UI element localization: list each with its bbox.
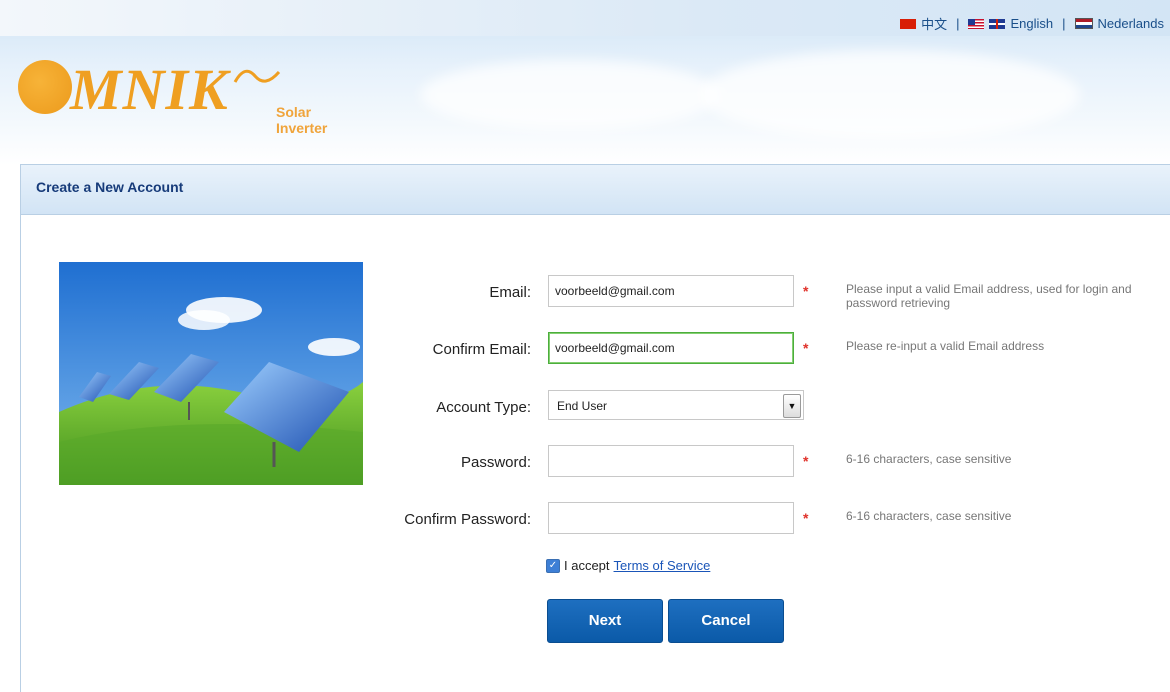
email-row: Email: * Please input a valid Email addr… (21, 275, 1170, 311)
panel-header: Create a New Account (21, 165, 1170, 215)
terms-checkbox[interactable]: ✓ (546, 558, 560, 573)
account-type-label: Account Type: (436, 399, 531, 416)
create-account-panel: Create a New Account Email: voorbeeld@gm… (20, 164, 1170, 692)
terms-of-service-link[interactable]: Terms of Service (614, 558, 711, 573)
password-row: Password: * 6-16 characters, case sensit… (21, 445, 1170, 481)
language-english-link[interactable]: English (1010, 16, 1053, 31)
password-hint: 6-16 characters, case sensitive (846, 452, 1012, 466)
password-input[interactable] (548, 445, 794, 477)
required-marker: * (803, 283, 809, 299)
language-dutch-link[interactable]: Nederlands (1098, 16, 1165, 31)
password-label: Password: (460, 454, 531, 471)
required-marker: * (803, 340, 809, 356)
confirm-email-label: Confirm Email: (432, 341, 531, 358)
confirm-password-input[interactable] (548, 502, 794, 534)
header-banner: 中文 | English | Nederlands MNIK Solar Inv… (0, 0, 1170, 165)
account-type-select[interactable]: End User ▼ (548, 390, 804, 420)
dropdown-arrow-icon[interactable]: ▼ (783, 394, 801, 418)
us-flag-icon (968, 18, 985, 29)
panel-title: Create a New Account (36, 179, 184, 195)
next-button[interactable]: Next (547, 599, 663, 643)
confirm-password-hint: 6-16 characters, case sensitive (846, 509, 1012, 523)
confirm-email-input[interactable] (548, 332, 794, 364)
logo-tagline: Solar Inverter (276, 104, 328, 136)
confirm-password-row: Confirm Password: * 6-16 characters, cas… (21, 502, 1170, 538)
uk-flag-icon (989, 18, 1006, 29)
separator: | (1062, 16, 1066, 31)
china-flag-icon (900, 18, 917, 29)
account-type-row: Account Type: End User ▼ (21, 390, 1170, 426)
logo-sun-icon (18, 60, 72, 114)
cloud-decoration (700, 50, 1080, 140)
separator: | (956, 16, 960, 31)
email-input[interactable] (548, 275, 794, 307)
logo-wordmark: MNIK (70, 57, 229, 122)
confirm-password-label: Confirm Password: (404, 511, 531, 528)
language-chinese-link[interactable]: 中文 (921, 14, 947, 33)
confirm-email-row: Confirm Email: * Please re-input a valid… (21, 332, 1170, 368)
required-marker: * (803, 510, 809, 526)
logo-swoosh-icon (233, 69, 281, 83)
cancel-button[interactable]: Cancel (668, 599, 784, 643)
terms-row: ✓ I accept Terms of Service (546, 558, 710, 573)
accept-label: I accept (564, 558, 610, 573)
top-bar: 中文 | English | Nederlands (0, 0, 1170, 36)
cloud-decoration (420, 60, 720, 130)
confirm-email-hint: Please re-input a valid Email address (846, 339, 1045, 353)
required-marker: * (803, 453, 809, 469)
netherlands-flag-icon (1074, 18, 1093, 29)
email-hint: Please input a valid Email address, used… (846, 282, 1132, 310)
account-type-value: End User (557, 399, 608, 413)
language-switcher: 中文 | English | Nederlands (900, 14, 1164, 33)
email-label: Email: (489, 284, 531, 301)
